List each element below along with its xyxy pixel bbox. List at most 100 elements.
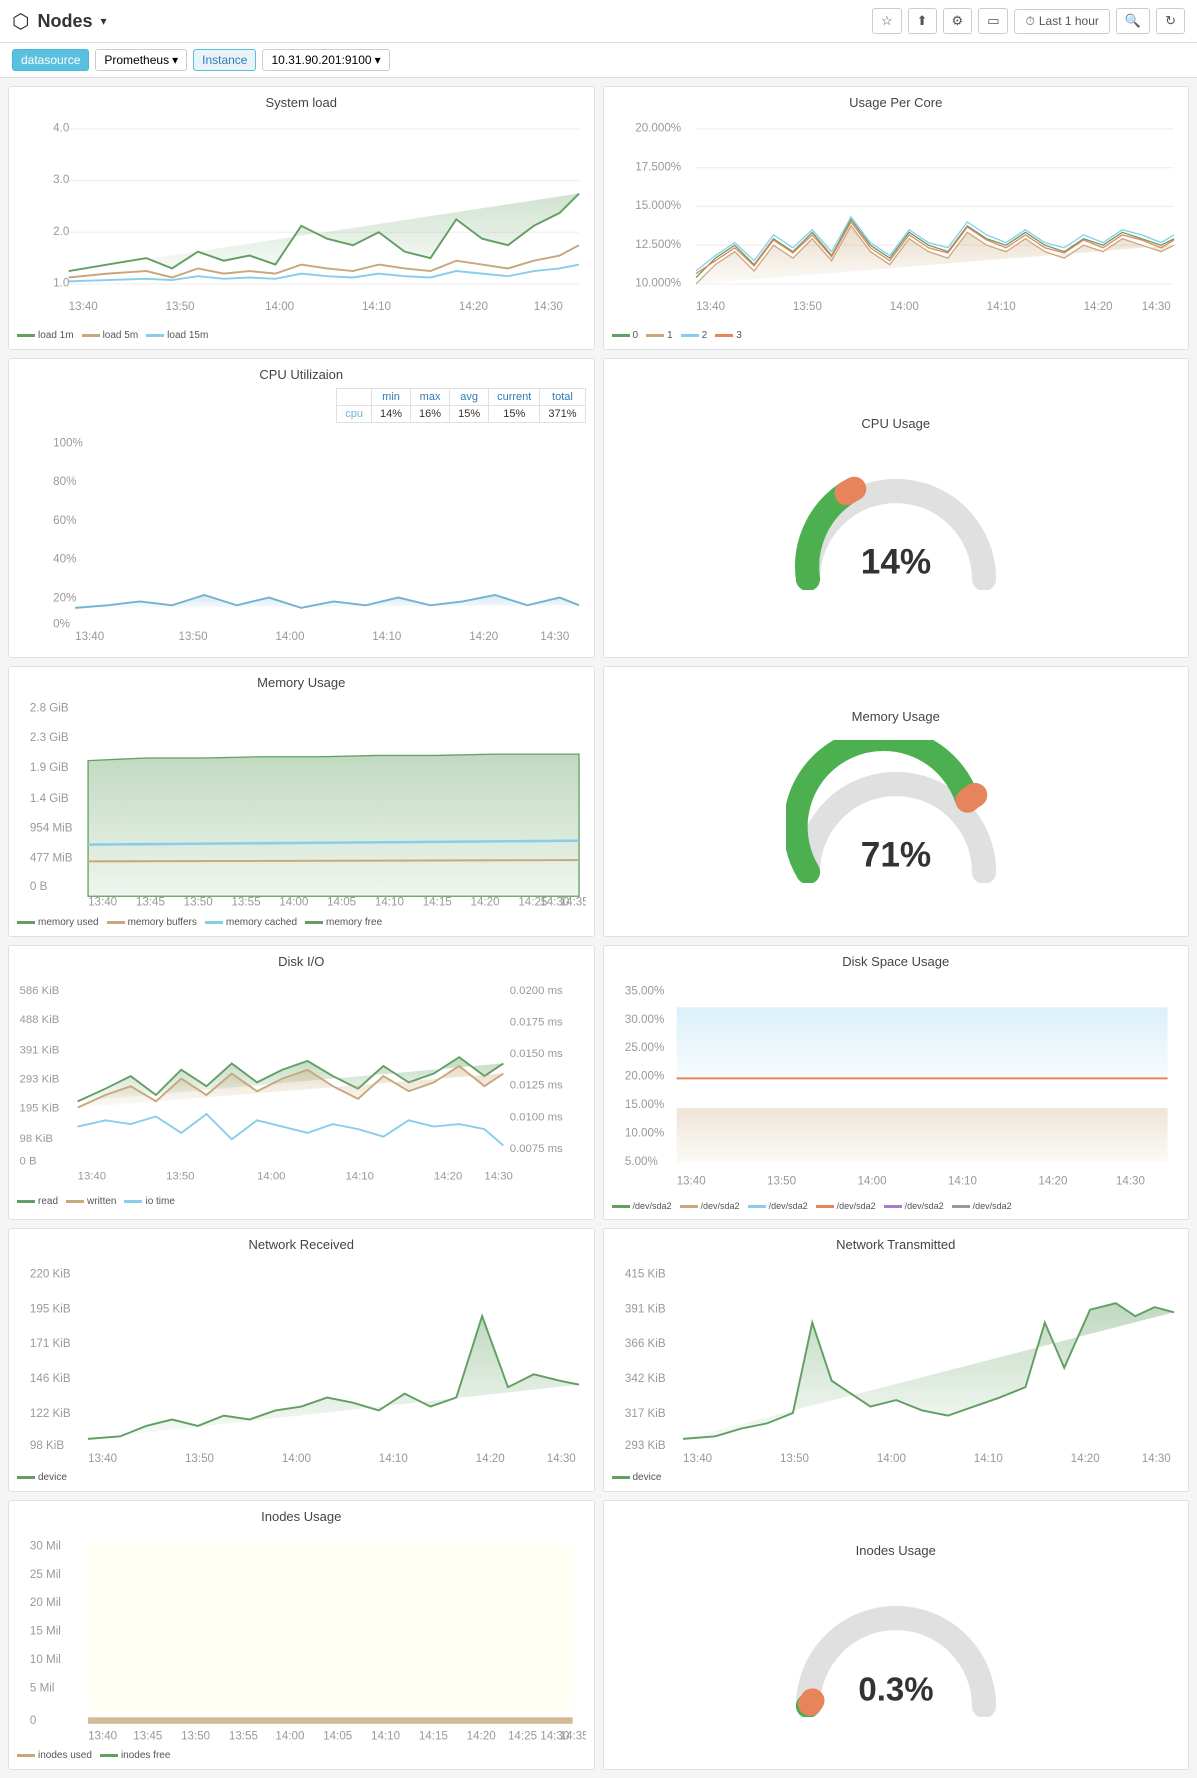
y-label: 10 Mil bbox=[30, 1653, 61, 1666]
x-label: 13:40 bbox=[88, 1729, 117, 1742]
x-label: 14:20 bbox=[467, 1729, 496, 1742]
legend-color bbox=[816, 1205, 834, 1208]
inodes-chart-title: Inodes Usage bbox=[17, 1509, 586, 1524]
y-label: 2.0 bbox=[53, 225, 69, 238]
stats-header-max: max bbox=[411, 388, 450, 405]
legend-label: 3 bbox=[736, 330, 742, 341]
share-button[interactable]: ⬆ bbox=[908, 8, 937, 34]
x-label: 14:10 bbox=[973, 1452, 1002, 1465]
y-label: 0 B bbox=[20, 1155, 37, 1167]
legend-label: /dev/sda2 bbox=[769, 1201, 808, 1211]
stats-header bbox=[337, 388, 372, 405]
prometheus-dropdown[interactable]: Prometheus ▾ bbox=[95, 49, 187, 71]
x-label: 14:00 bbox=[265, 300, 294, 313]
y-label: 35.00% bbox=[624, 984, 663, 997]
x-label: 14:20 bbox=[1083, 300, 1112, 313]
x-label: 13:50 bbox=[166, 1170, 194, 1182]
network-received-title: Network Received bbox=[17, 1237, 586, 1252]
usage-per-core-legend: 0 1 2 3 bbox=[612, 330, 1181, 341]
cpu-utilization-svg: 100% 80% 60% 40% 20% 0% 13:40 13:50 14:0… bbox=[17, 427, 586, 647]
y-label: 17.500% bbox=[635, 160, 681, 173]
time-range-button[interactable]: ⏱ Last 1 hour bbox=[1014, 9, 1109, 34]
datasource-tab[interactable]: datasource bbox=[12, 49, 89, 71]
legend-color bbox=[17, 1200, 35, 1203]
x-label: 13:40 bbox=[695, 300, 724, 313]
stats-header-min: min bbox=[372, 388, 411, 405]
y-label-right: 0.0125 ms bbox=[510, 1079, 563, 1091]
legend-label: /dev/sda2 bbox=[701, 1201, 740, 1211]
y-label: 391 KiB bbox=[20, 1044, 60, 1056]
legend-item: memory cached bbox=[205, 917, 297, 928]
x-label: 14:30 bbox=[540, 630, 569, 643]
legend-label: 1 bbox=[667, 330, 673, 341]
legend-item: load 1m bbox=[17, 330, 74, 341]
x-label: 14:10 bbox=[379, 1452, 408, 1465]
legend-color bbox=[748, 1205, 766, 1208]
disk-io-svg: 586 KiB 488 KiB 391 KiB 293 KiB 195 KiB … bbox=[17, 975, 586, 1190]
y-label: 2.3 GiB bbox=[30, 732, 69, 745]
x-label: 14:30 bbox=[534, 300, 563, 313]
y-label: 586 KiB bbox=[20, 984, 60, 996]
x-label: 13:40 bbox=[78, 1170, 106, 1182]
y-label: 195 KiB bbox=[30, 1302, 71, 1315]
prometheus-label: Prometheus bbox=[104, 53, 169, 67]
dropdown-arrow[interactable]: ▾ bbox=[100, 14, 106, 28]
settings-button[interactable]: ⚙ bbox=[943, 8, 973, 34]
x-label: 13:40 bbox=[88, 896, 117, 909]
monitor-button[interactable]: ▭ bbox=[978, 8, 1008, 34]
x-label: 14:35 bbox=[560, 896, 586, 909]
instance-tab[interactable]: Instance bbox=[193, 49, 256, 71]
zoom-button[interactable]: 🔍 bbox=[1116, 8, 1150, 34]
y-label: 2.8 GiB bbox=[30, 702, 69, 715]
y-label: 954 MiB bbox=[30, 822, 73, 835]
y-label: 30 Mil bbox=[30, 1539, 61, 1552]
star-button[interactable]: ☆ bbox=[872, 8, 902, 34]
legend-item: /dev/sda2 bbox=[680, 1201, 740, 1211]
dropdown-icon: ▾ bbox=[172, 53, 178, 67]
legend-label: load 15m bbox=[167, 330, 208, 341]
y-label: 477 MiB bbox=[30, 852, 73, 865]
y-label: 366 KiB bbox=[624, 1337, 665, 1350]
x-label: 14:20 bbox=[434, 1170, 462, 1182]
y-label: 122 KiB bbox=[30, 1407, 71, 1420]
x-label: 14:35 bbox=[560, 1729, 586, 1742]
x-label: 14:00 bbox=[257, 1170, 285, 1182]
top-bar-left: ⬡ Nodes ▾ bbox=[12, 9, 107, 34]
x-label: 14:30 bbox=[1115, 1174, 1144, 1187]
inodes-gauge-container: 0.3% bbox=[776, 1564, 1016, 1727]
x-label: 14:00 bbox=[889, 300, 918, 313]
legend-color bbox=[205, 921, 223, 924]
legend-color bbox=[715, 334, 733, 337]
y-label: 1.0 bbox=[53, 277, 69, 290]
y-label-right: 0.0200 ms bbox=[510, 984, 563, 996]
y-label: 0 bbox=[30, 1714, 36, 1727]
memory-gauge-title: Memory Usage bbox=[852, 709, 940, 724]
legend-item: inodes free bbox=[100, 1750, 170, 1761]
legend-color bbox=[612, 334, 630, 337]
network-received-chart: 220 KiB 195 KiB 171 KiB 146 KiB 122 KiB … bbox=[17, 1258, 586, 1468]
legend-item: memory buffers bbox=[107, 917, 197, 928]
y-label: 10.00% bbox=[624, 1126, 663, 1139]
refresh-button[interactable]: ↻ bbox=[1156, 8, 1185, 34]
dashboard: System load 4.0 3.0 2.0 1.0 bbox=[0, 78, 1197, 1778]
y-label: 25.00% bbox=[624, 1041, 663, 1054]
y-label: 20.000% bbox=[635, 122, 681, 135]
legend-item: read bbox=[17, 1196, 58, 1207]
network-transmitted-svg: 415 KiB 391 KiB 366 KiB 342 KiB 317 KiB … bbox=[612, 1258, 1181, 1465]
top-bar: ⬡ Nodes ▾ ☆ ⬆ ⚙ ▭ ⏱ Last 1 hour 🔍 ↻ bbox=[0, 0, 1197, 43]
instance-dropdown[interactable]: 10.31.90.201:9100 ▾ bbox=[262, 49, 389, 71]
x-label: 14:20 bbox=[471, 896, 500, 909]
legend-color bbox=[17, 1476, 35, 1479]
x-label: 14:30 bbox=[1141, 300, 1170, 313]
y-label: 15.00% bbox=[624, 1098, 663, 1111]
memory-legend: memory used memory buffers memory cached… bbox=[17, 917, 586, 928]
y-label: 293 KiB bbox=[624, 1439, 665, 1452]
legend-color bbox=[646, 334, 664, 337]
legend-item: 0 bbox=[612, 330, 639, 341]
x-label: 14:20 bbox=[476, 1452, 505, 1465]
legend-label: read bbox=[38, 1196, 58, 1207]
legend-color bbox=[146, 334, 164, 337]
x-label: 14:00 bbox=[279, 896, 308, 909]
legend-item: /dev/sda2 bbox=[816, 1201, 876, 1211]
y-label: 20% bbox=[53, 591, 76, 604]
